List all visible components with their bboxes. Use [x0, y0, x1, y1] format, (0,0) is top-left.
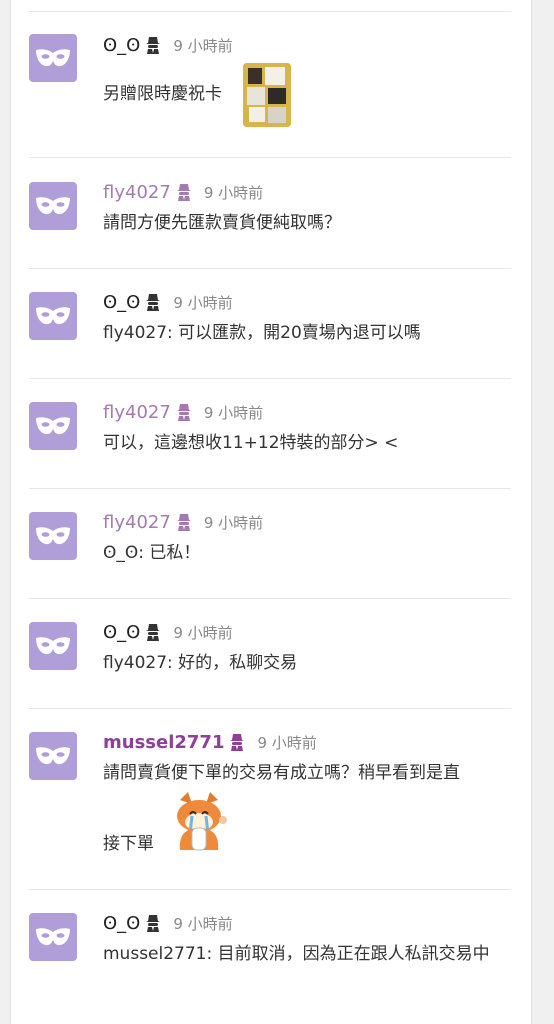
comment-text: mussel2771: 目前取消，因為正在跟人私訊交易中 [103, 944, 490, 964]
divider [29, 268, 511, 269]
timestamp: 9 小時前 [203, 513, 264, 532]
spy-icon [176, 183, 192, 201]
comment-meta: fly4027 9 小時前 [103, 179, 263, 205]
mask-icon [36, 197, 70, 215]
author-name[interactable]: fly4027 [103, 402, 171, 423]
divider [29, 11, 511, 12]
divider [29, 488, 511, 489]
comment-text: 請問賣貨便下單的交易有成立嗎？稍早看到是直 [103, 763, 460, 783]
author-name[interactable]: ʘ_ʘ [103, 622, 140, 643]
author-name[interactable]: mussel2771 [103, 732, 224, 753]
comment-meta: fly4027 9 小時前 [103, 399, 263, 425]
comment-text: 請問方便先匯款賣貨便純取嗎？ [103, 213, 341, 233]
author-name[interactable]: ʘ_ʘ [103, 292, 140, 313]
avatar[interactable] [29, 292, 77, 340]
comment-meta: ʘ_ʘ 9 小時前 [103, 619, 233, 645]
spy-icon [229, 733, 245, 751]
avatar[interactable] [29, 34, 77, 82]
spy-icon [145, 914, 161, 932]
timestamp: 9 小時前 [257, 733, 317, 752]
comment-meta: ʘ_ʘ 9 小時前 [103, 32, 233, 58]
timestamp: 9 小時前 [173, 293, 233, 312]
comment-text: fly4027: 可以匯款，開20賣場內退可以嗎 [103, 323, 421, 343]
avatar[interactable] [29, 732, 77, 780]
mask-icon [36, 747, 70, 765]
mask-icon [36, 527, 70, 545]
author-name[interactable]: ʘ_ʘ [103, 35, 140, 56]
comment-meta: mussel2771 9 小時前 [103, 729, 317, 755]
divider [29, 889, 511, 890]
avatar[interactable] [29, 913, 77, 961]
mask-icon [36, 637, 70, 655]
comment-meta: fly4027 9 小時前 [103, 509, 263, 535]
timestamp: 9 小時前 [173, 623, 233, 642]
mask-icon [36, 307, 70, 325]
divider [29, 378, 511, 379]
avatar[interactable] [29, 182, 77, 230]
comment-text: 可以，這邊想收11+12特裝的部分> < [103, 433, 399, 453]
timestamp: 9 小時前 [173, 914, 233, 933]
comment-meta: ʘ_ʘ 9 小時前 [103, 289, 233, 315]
spy-icon [176, 513, 192, 531]
timestamp: 9 小時前 [173, 36, 233, 55]
comment-meta: ʘ_ʘ 9 小時前 [103, 910, 233, 936]
comment-text: 另贈限時慶祝卡 [103, 80, 521, 108]
author-name[interactable]: fly4027 [103, 512, 171, 533]
spy-icon [145, 293, 161, 311]
comment-text: ʘ_ʘ: 已私！ [103, 543, 201, 563]
mask-icon [36, 49, 70, 67]
avatar[interactable] [29, 512, 77, 560]
avatar[interactable] [29, 622, 77, 670]
spy-icon [176, 403, 192, 421]
mask-icon [36, 928, 70, 946]
avatar[interactable] [29, 402, 77, 450]
divider [29, 157, 511, 158]
divider [29, 598, 511, 599]
author-name[interactable]: ʘ_ʘ [103, 913, 140, 934]
comment-text: fly4027: 好的，私聊交易 [103, 653, 298, 673]
author-name[interactable]: fly4027 [103, 182, 171, 203]
photo-thumbnail[interactable] [243, 63, 291, 127]
spy-icon [145, 36, 161, 54]
comment-text-content: 另贈限時慶祝卡 [103, 84, 222, 104]
timestamp: 9 小時前 [203, 183, 264, 202]
comment-panel: ʘ_ʘ 9 小時前 另贈限時慶祝卡 fly4027 9 小時前 請問方便先匯款賣… [10, 0, 532, 1024]
crying-fox-sticker [166, 790, 232, 852]
spy-icon [145, 623, 161, 641]
divider [29, 708, 511, 709]
mask-icon [36, 417, 70, 435]
timestamp: 9 小時前 [203, 403, 264, 422]
